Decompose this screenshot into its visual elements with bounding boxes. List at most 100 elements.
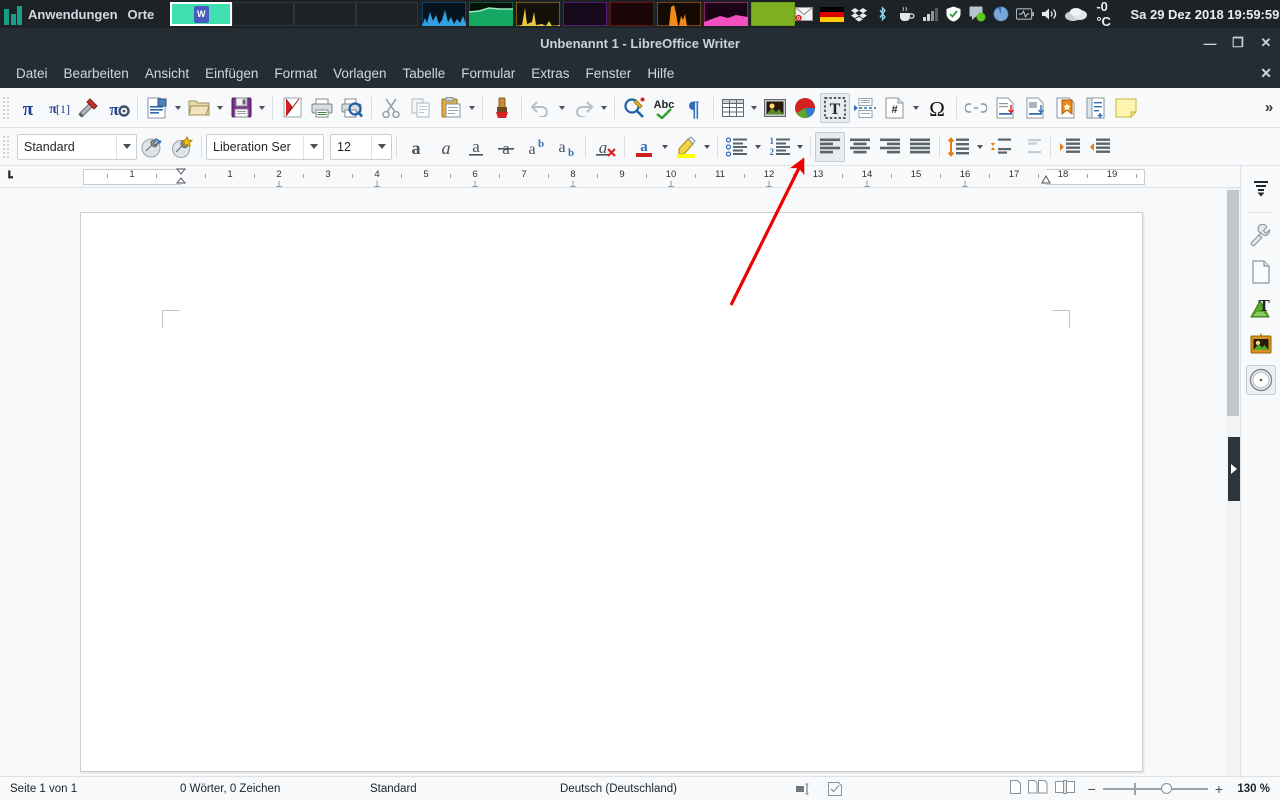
paste-button[interactable] xyxy=(436,93,466,123)
superscript-button[interactable]: ab xyxy=(521,132,551,162)
chevron-down-icon[interactable] xyxy=(116,135,136,159)
minimize-button[interactable]: — xyxy=(1196,28,1224,58)
copy-button[interactable] xyxy=(406,93,436,123)
paste-dropdown[interactable] xyxy=(466,94,478,122)
multi-page-view-icon[interactable] xyxy=(1028,780,1048,797)
menu-formular[interactable]: Formular xyxy=(453,63,523,84)
insert-page-break-button[interactable] xyxy=(850,93,880,123)
menu-vorlagen[interactable]: Vorlagen xyxy=(325,63,394,84)
highlight-color-button[interactable] xyxy=(671,132,701,162)
disk-graph[interactable] xyxy=(610,2,654,26)
texmaths-options-button[interactable]: π xyxy=(103,93,133,123)
indent-marker-left[interactable] xyxy=(176,168,186,184)
ruler-tab-stop[interactable]: ⊥ xyxy=(765,180,773,188)
chevron-down-icon[interactable] xyxy=(303,135,323,159)
open-document-dropdown[interactable] xyxy=(214,94,226,122)
paragraph-spacing-below-button[interactable] xyxy=(1016,132,1046,162)
export-pdf-button[interactable] xyxy=(277,93,307,123)
language-label[interactable]: Deutsch (Deutschland) xyxy=(560,783,790,795)
print-preview-button[interactable] xyxy=(337,93,367,123)
line-spacing-dropdown[interactable] xyxy=(974,133,986,161)
unordered-list-button[interactable] xyxy=(722,132,752,162)
battery-icon[interactable] xyxy=(1016,5,1034,23)
align-left-button[interactable] xyxy=(815,132,845,162)
menu-fenster[interactable]: Fenster xyxy=(578,63,640,84)
print-button[interactable] xyxy=(307,93,337,123)
menu-format[interactable]: Format xyxy=(266,63,325,84)
align-justified-button[interactable] xyxy=(905,132,935,162)
undo-dropdown[interactable] xyxy=(556,94,568,122)
unmodified-document-icon[interactable] xyxy=(818,782,852,796)
cut-button[interactable] xyxy=(376,93,406,123)
ordered-list-dropdown[interactable] xyxy=(794,133,806,161)
scrollbar-thumb[interactable] xyxy=(1227,190,1239,416)
save-dropdown[interactable] xyxy=(256,94,268,122)
new-document-dropdown[interactable] xyxy=(172,94,184,122)
unordered-list-dropdown[interactable] xyxy=(752,133,764,161)
spelling-button[interactable]: Abc xyxy=(649,93,679,123)
bluetooth-icon[interactable] xyxy=(875,5,891,23)
cpu-graph[interactable] xyxy=(422,2,466,26)
ruler-tab-stop[interactable]: ⊥ xyxy=(863,180,871,188)
clone-formatting-button[interactable] xyxy=(487,93,517,123)
insert-cross-reference-button[interactable] xyxy=(1081,93,1111,123)
sidebar-navigator-button[interactable] xyxy=(1246,365,1276,395)
menu-hilfe[interactable]: Hilfe xyxy=(639,63,682,84)
font-color-dropdown[interactable] xyxy=(659,133,671,161)
paragraph-spacing-above-button[interactable] xyxy=(986,132,1016,162)
font-name-combobox[interactable]: Liberation Ser xyxy=(206,134,324,160)
undo-button[interactable] xyxy=(526,93,556,123)
page-count-label[interactable]: Seite 1 von 1 xyxy=(10,783,180,795)
insert-image-button[interactable] xyxy=(760,93,790,123)
menu-datei[interactable]: Datei xyxy=(8,63,56,84)
maximize-restore-button[interactable]: ❐ xyxy=(1224,28,1252,58)
taskbar-item-3[interactable] xyxy=(294,2,356,26)
page-style-label[interactable]: Standard xyxy=(370,783,560,795)
memory-graph[interactable] xyxy=(469,2,513,26)
italic-button[interactable]: a xyxy=(431,132,461,162)
decrease-indent-button[interactable] xyxy=(1085,132,1115,162)
insert-hyperlink-button[interactable] xyxy=(961,93,991,123)
zoom-out-button[interactable]: − xyxy=(1088,781,1096,797)
mail-icon[interactable]: 0 xyxy=(795,5,813,23)
document-page[interactable] xyxy=(80,212,1143,772)
dropbox-icon[interactable] xyxy=(851,5,867,23)
menu-bearbeiten[interactable]: Bearbeiten xyxy=(56,63,137,84)
sidebar-properties-button[interactable] xyxy=(1246,221,1276,251)
insert-text-box-button[interactable]: T xyxy=(820,93,850,123)
sidebar-show-hide-handle[interactable] xyxy=(1228,437,1240,501)
ruler-tab-stop[interactable]: ⊥ xyxy=(373,180,381,188)
book-view-icon[interactable] xyxy=(1055,780,1075,797)
insert-special-character-button[interactable]: Ω xyxy=(922,93,952,123)
insert-bookmark-button[interactable] xyxy=(1051,93,1081,123)
ruler-tab-stop[interactable]: ⊥ xyxy=(667,180,675,188)
sidebar-settings-button[interactable] xyxy=(1246,174,1276,204)
ruler-tab-stop[interactable]: ⊥ xyxy=(275,180,283,188)
horizontal-ruler[interactable]: ┗ 1 1 2 3 4 5 6 7 8 9 10 11 12 13 14 15 … xyxy=(0,166,1280,188)
toolbar-overflow-button[interactable]: » xyxy=(1258,99,1280,116)
places-menu[interactable]: Orte xyxy=(128,7,155,22)
insert-table-dropdown[interactable] xyxy=(748,94,760,122)
ruler-tab-stop[interactable]: ⊥ xyxy=(471,180,479,188)
shield-icon[interactable] xyxy=(946,5,962,23)
weather-cloud-icon[interactable] xyxy=(1065,5,1089,23)
load-graph[interactable] xyxy=(657,2,701,26)
ruler-tab-stop[interactable]: ⊥ xyxy=(569,180,577,188)
applications-menu[interactable]: Anwendungen xyxy=(28,7,118,22)
document-area[interactable] xyxy=(0,188,1280,776)
new-document-button[interactable] xyxy=(142,93,172,123)
selection-mode-icon[interactable] xyxy=(790,783,818,795)
sidebar-styles-button[interactable]: T xyxy=(1246,293,1276,323)
single-page-view-icon[interactable] xyxy=(1010,780,1021,797)
bold-button[interactable]: a xyxy=(401,132,431,162)
toolbar-grip[interactable] xyxy=(2,135,11,159)
menu-tabelle[interactable]: Tabelle xyxy=(394,63,453,84)
underline-button[interactable]: a xyxy=(461,132,491,162)
taskbar-item-writer[interactable]: W xyxy=(170,2,232,26)
word-count-label[interactable]: 0 Wörter, 0 Zeichen xyxy=(180,783,370,795)
clock-label[interactable]: Sa 29 Dez 2018 19:59:59 CET xyxy=(1130,7,1280,22)
chat-icon[interactable] xyxy=(969,5,986,23)
close-document-button[interactable]: ✕ xyxy=(1260,65,1272,82)
new-style-button[interactable] xyxy=(167,132,197,162)
taskbar-item-2[interactable] xyxy=(232,2,294,26)
